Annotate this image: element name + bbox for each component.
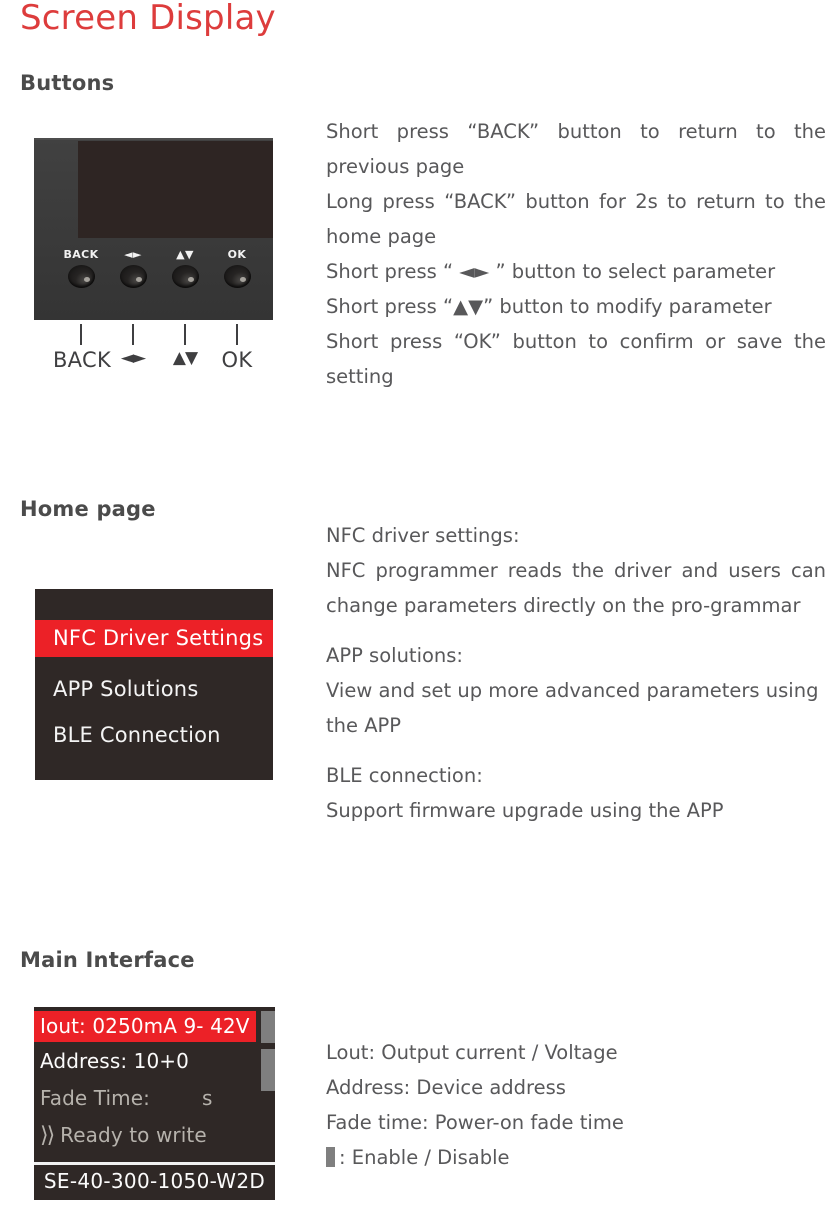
- callout-label-left-right: ◄►: [120, 348, 146, 368]
- device-callout-ticks: [34, 324, 273, 346]
- callout-tick-left-right: [132, 324, 134, 345]
- section-heading-buttons: Buttons: [20, 71, 115, 95]
- main-interface-lcd-mock: Iout: 0250mA 9- 42V Address: 10+0 Fade T…: [34, 1007, 275, 1200]
- callout-tick-back: [80, 324, 82, 345]
- section-heading-main-interface: Main Interface: [20, 948, 195, 972]
- desc-gap-2: [326, 743, 826, 758]
- device-callout-labels: BACK ◄► ▲▼ OK: [34, 348, 284, 378]
- callout-label-ok: OK: [221, 348, 253, 372]
- legend-line-fade-time: Fade time: Power-on fade time: [326, 1111, 624, 1134]
- buttons-description-line-1: Short press “BACK” button to return to t…: [326, 120, 826, 178]
- device-button-ok[interactable]: OK: [214, 248, 260, 288]
- desc-gap-1: [326, 623, 826, 638]
- main-interface-row-fade-time[interactable]: Fade Time: s: [40, 1086, 213, 1110]
- scrollbar-segment-top[interactable]: [261, 1011, 275, 1043]
- main-interface-legend: Lout: Output current / Voltage Address: …: [326, 1035, 826, 1175]
- device-button-left-right[interactable]: ◄►: [110, 248, 156, 288]
- scrollbar-segment-bottom[interactable]: [261, 1049, 275, 1091]
- main-interface-divider: [34, 1162, 275, 1165]
- device-knob-up-down[interactable]: [171, 265, 199, 288]
- home-menu-item-app-solutions[interactable]: APP Solutions: [35, 671, 273, 708]
- enable-disable-swatch-icon: [326, 1147, 335, 1167]
- home-desc-title-ble: BLE connection:: [326, 764, 483, 787]
- main-interface-model-number: SE-40-300-1050-W2D: [43, 1169, 266, 1193]
- legend-line-iout: Lout: Output current / Voltage: [326, 1041, 618, 1064]
- home-desc-title-nfc: NFC driver settings:: [326, 524, 520, 547]
- device-button-back-cap: BACK: [63, 248, 99, 261]
- legend-line-address: Address: Device address: [326, 1076, 566, 1099]
- status-text: Ready to write: [60, 1123, 207, 1147]
- screen-display-page: Screen Display Buttons BACK ◄► ▲▼ OK BAC…: [0, 0, 834, 1210]
- callout-tick-up-down: [184, 324, 186, 345]
- callout-label-up-down: ▲▼: [172, 348, 198, 368]
- home-page-lcd-mock: NFC Driver Settings APP Solutions BLE Co…: [35, 589, 273, 780]
- device-button-row: BACK ◄► ▲▼ OK: [34, 248, 273, 310]
- buttons-description-line-3: Short press “ ◄► ” button to select para…: [326, 260, 776, 283]
- chevron-double-right-icon: ⟩⟩: [40, 1123, 55, 1148]
- legend-line-enable-disable: : Enable / Disable: [326, 1140, 826, 1175]
- device-button-up-down[interactable]: ▲▼: [162, 248, 208, 288]
- device-button-back[interactable]: BACK: [58, 248, 104, 288]
- legend-enable-disable-text: : Enable / Disable: [339, 1146, 510, 1169]
- fade-time-unit: s: [201, 1086, 213, 1110]
- home-desc-body-ble: Support firmware upgrade using the APP: [326, 799, 724, 822]
- device-knob-ok[interactable]: [223, 265, 251, 288]
- home-menu-item-ble-connection[interactable]: BLE Connection: [35, 717, 273, 754]
- device-button-ok-cap: OK: [227, 248, 247, 261]
- buttons-description: Short press “BACK” button to return to t…: [326, 114, 826, 394]
- page-title: Screen Display: [20, 0, 276, 38]
- device-illustration: BACK ◄► ▲▼ OK: [34, 138, 273, 320]
- device-button-left-right-cap: ◄►: [124, 248, 142, 261]
- main-interface-row-address[interactable]: Address: 10+0: [40, 1049, 189, 1073]
- buttons-description-line-5: Short press “OK” button to confirm or sa…: [326, 330, 826, 388]
- device-screen-area: [78, 141, 273, 238]
- main-interface-row-iout[interactable]: Iout: 0250mA 9- 42V: [34, 1011, 256, 1042]
- buttons-description-line-2: Long press “BACK” button for 2s to retur…: [326, 190, 826, 248]
- callout-tick-ok: [236, 324, 238, 345]
- home-desc-body-app: View and set up more advanced parameters…: [326, 679, 819, 737]
- device-knob-back[interactable]: [67, 265, 95, 288]
- section-heading-home-page: Home page: [20, 497, 156, 521]
- device-button-up-down-cap: ▲▼: [176, 248, 194, 261]
- main-interface-scrollbar[interactable]: [261, 1011, 275, 1091]
- home-desc-body-nfc: NFC programmer reads the driver and user…: [326, 559, 826, 617]
- buttons-description-line-4: Short press “▲▼” button to modify parame…: [326, 295, 772, 318]
- home-desc-title-app: APP solutions:: [326, 644, 464, 667]
- device-knob-left-right[interactable]: [119, 265, 147, 288]
- callout-label-back: BACK: [52, 348, 112, 372]
- main-interface-row-status: ⟩⟩ Ready to write: [40, 1123, 207, 1148]
- home-page-description: NFC driver settings: NFC programmer read…: [326, 518, 826, 828]
- fade-time-label: Fade Time:: [40, 1086, 150, 1110]
- home-menu-item-nfc-driver-settings[interactable]: NFC Driver Settings: [35, 620, 273, 657]
